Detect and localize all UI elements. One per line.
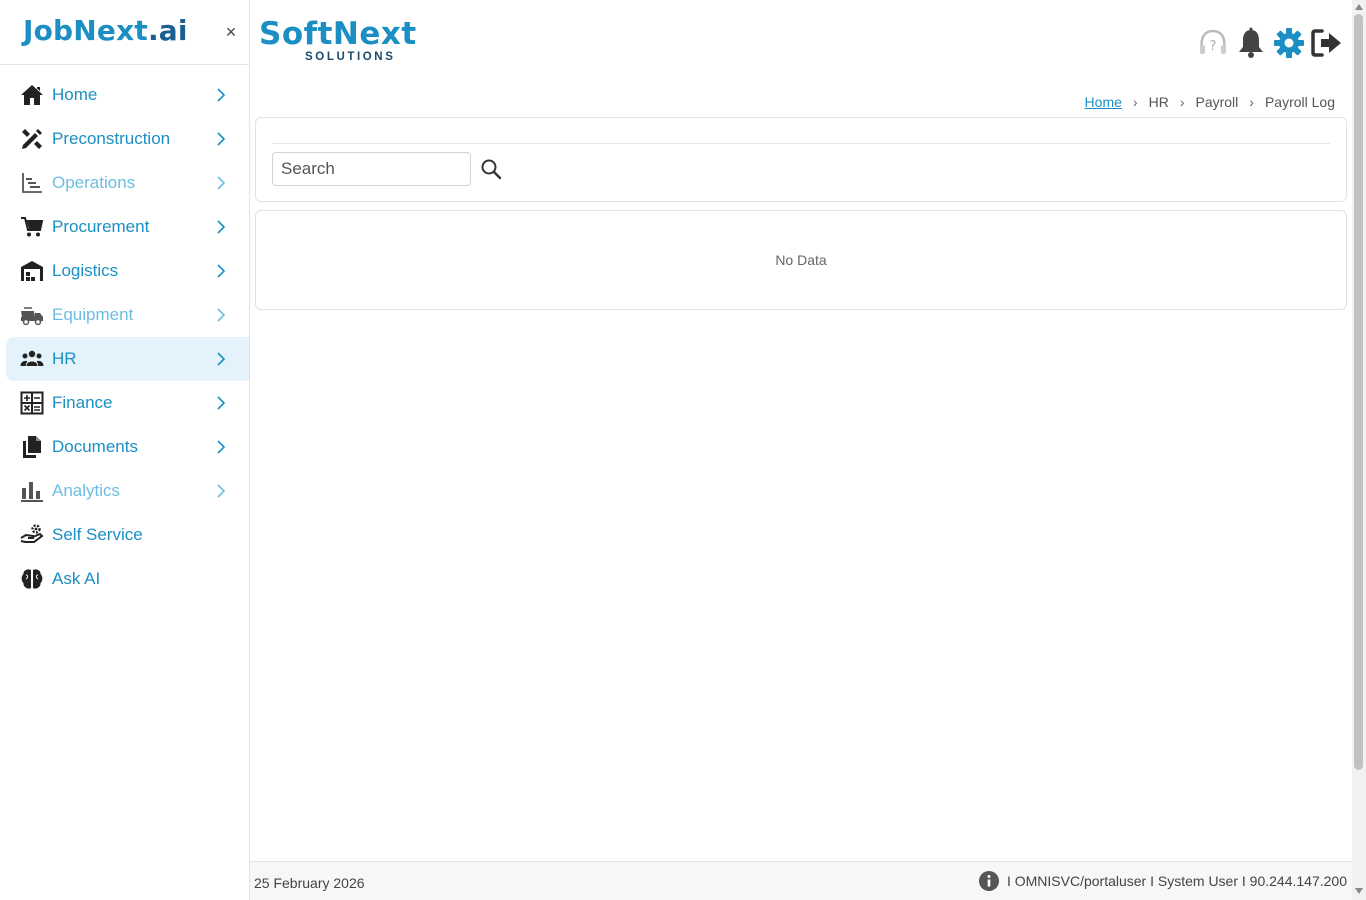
footer: 25 February 2026 I OMNISVC/portaluser I … [250, 861, 1352, 900]
results-panel: No Data [255, 210, 1347, 310]
design-tools-icon [19, 126, 45, 152]
sidebar-item-finance[interactable]: Finance [6, 381, 249, 425]
sidebar-item-home[interactable]: Home [6, 73, 249, 117]
scroll-up-arrow-icon[interactable] [1355, 4, 1363, 10]
sidebar-item-label: Self Service [52, 525, 143, 544]
search-input[interactable] [272, 152, 471, 186]
close-sidebar-button[interactable]: × [222, 20, 240, 44]
shopping-cart-icon [19, 214, 45, 240]
logo-main-text: SoftNext [259, 16, 417, 52]
help-icon[interactable]: ? [1196, 26, 1230, 60]
chevron-right-icon [217, 440, 226, 454]
breadcrumb-separator: › [1179, 94, 1185, 110]
breadcrumb-hr: HR [1148, 94, 1169, 110]
brand-suffix: .ai [147, 14, 188, 47]
breadcrumb: Home › HR › Payroll › Payroll Log [1085, 94, 1335, 110]
sidebar-item-label: Analytics [52, 481, 121, 500]
sidebar-item-label: Equipment [52, 305, 134, 324]
brand-main: JobNext [23, 14, 148, 47]
header-actions: ? [1196, 26, 1344, 60]
calculator-icon [19, 390, 45, 416]
logout-icon[interactable] [1310, 26, 1344, 60]
sidebar-nav: Home Preconstruction Operations Procurem… [0, 65, 249, 601]
sidebar-item-ask-ai[interactable]: Ask AI [6, 557, 249, 601]
sidebar-item-procurement[interactable]: Procurement [6, 205, 249, 249]
softnext-logo[interactable]: SoftNext SOLUTIONS [259, 16, 444, 68]
breadcrumb-separator: › [1132, 94, 1138, 110]
chevron-right-icon [217, 132, 226, 146]
jobnext-logo[interactable]: JobNext.ai [23, 14, 188, 47]
sidebar: JobNext.ai × Home Preconstruction Operat… [0, 0, 250, 900]
chevron-right-icon [217, 88, 226, 102]
footer-date: 25 February 2026 [254, 875, 365, 891]
scrollbar-thumb[interactable] [1354, 14, 1363, 770]
chevron-right-icon [217, 264, 226, 278]
page-scrollbar[interactable] [1352, 0, 1366, 900]
brain-icon [19, 566, 45, 592]
dump-truck-icon [19, 302, 45, 328]
chevron-right-icon [217, 176, 226, 190]
search-panel [255, 117, 1347, 202]
breadcrumb-home-link[interactable]: Home [1085, 94, 1122, 110]
sidebar-item-hr[interactable]: HR [6, 337, 249, 381]
sidebar-item-label: Ask AI [52, 569, 101, 588]
sidebar-item-operations[interactable]: Operations [6, 161, 249, 205]
sidebar-item-logistics[interactable]: Logistics [6, 249, 249, 293]
breadcrumb-current: Payroll Log [1264, 94, 1335, 110]
sidebar-item-label: HR [52, 349, 77, 368]
chevron-right-icon [217, 220, 226, 234]
warehouse-icon [19, 258, 45, 284]
empty-state-text: No Data [775, 252, 827, 268]
gantt-chart-icon [19, 170, 45, 196]
logo-sub-text: SOLUTIONS [305, 51, 396, 63]
breadcrumb-payroll: Payroll [1195, 94, 1239, 110]
footer-info: I OMNISVC/portaluser I System User I 90.… [978, 871, 1347, 891]
breadcrumb-separator: › [1249, 94, 1254, 110]
bar-chart-icon [19, 478, 45, 504]
sidebar-item-label: Operations [52, 173, 136, 192]
footer-session-info: I OMNISVC/portaluser I System User I 90.… [1006, 873, 1347, 889]
chevron-right-icon [217, 308, 226, 322]
sidebar-item-label: Finance [52, 393, 113, 412]
sidebar-item-analytics[interactable]: Analytics [6, 469, 249, 513]
info-icon[interactable] [978, 871, 999, 891]
sidebar-item-label: Home [52, 85, 98, 104]
chevron-right-icon [217, 484, 226, 498]
sidebar-item-label: Documents [52, 437, 138, 456]
documents-icon [19, 434, 45, 460]
scroll-down-arrow-icon[interactable] [1355, 888, 1363, 894]
svg-text:?: ? [1210, 39, 1217, 54]
sidebar-item-preconstruction[interactable]: Preconstruction [6, 117, 249, 161]
sidebar-item-self-service[interactable]: Self Service [6, 513, 249, 557]
panel-divider [272, 143, 1330, 144]
sidebar-item-documents[interactable]: Documents [6, 425, 249, 469]
bell-icon[interactable] [1234, 26, 1268, 60]
home-icon [19, 82, 45, 108]
sidebar-item-label: Procurement [52, 217, 150, 236]
chevron-right-icon [217, 396, 226, 410]
people-icon [19, 346, 45, 372]
sidebar-item-equipment[interactable]: Equipment [6, 293, 249, 337]
sidebar-item-label: Logistics [52, 261, 119, 280]
search-icon[interactable] [480, 158, 502, 180]
sidebar-item-label: Preconstruction [52, 129, 171, 148]
gear-icon[interactable] [1272, 26, 1306, 60]
chevron-right-icon [217, 352, 226, 366]
hand-gear-icon [19, 522, 45, 548]
sidebar-header: JobNext.ai × [0, 0, 249, 65]
